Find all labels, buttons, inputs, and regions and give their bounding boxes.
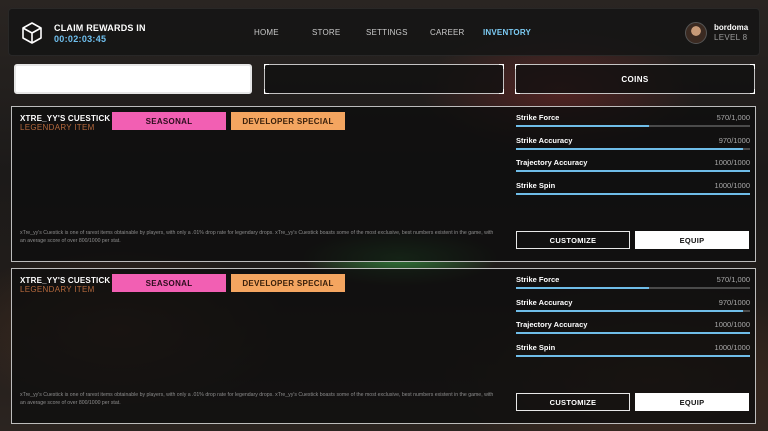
stat-value: 1000/1000: [714, 320, 750, 329]
seasonal-tag: SEASONAL: [112, 112, 226, 130]
stat-value: 1000/1000: [714, 158, 750, 167]
stat-value: 970/1000: [718, 297, 750, 307]
filter-box-1[interactable]: [14, 64, 252, 94]
stat-value: 1000/1000: [714, 342, 750, 352]
stat-row: Trajectory Accuracy 1000/1000: [516, 319, 750, 342]
item-name: XTRE_YY'S CUESTICK: [20, 114, 111, 123]
stat-name: Trajectory Accuracy: [516, 320, 588, 329]
stat-bar: [516, 147, 750, 150]
stat-bar-fill: [516, 170, 750, 172]
stat-bar-fill: [516, 354, 750, 357]
stat-bar-fill: [516, 125, 650, 127]
stat-name: Strike Spin: [516, 180, 556, 190]
customize-button[interactable]: CUSTOMIZE: [516, 231, 630, 249]
stat-row: Strike Force 570/1,000: [516, 274, 750, 297]
stat-name: Strike Accuracy: [516, 135, 573, 145]
stat-row: Strike Accuracy 970/1000: [516, 297, 750, 320]
developer-special-tag: DEVELOPER SPECIAL: [231, 112, 345, 130]
stat-name: Trajectory Accuracy: [516, 158, 588, 167]
coins-filter-button[interactable]: COINS: [515, 64, 755, 94]
stat-bar: [516, 192, 750, 195]
stat-row: Strike Accuracy 970/1000: [516, 135, 750, 158]
stat-bar-fill: [516, 147, 743, 150]
stat-value: 570/1,000: [716, 113, 750, 122]
stats-panel: Strike Force 570/1,000 Strike Accuracy 9…: [516, 274, 750, 364]
stat-name: Strike Accuracy: [516, 297, 573, 307]
stat-name: Strike Force: [516, 113, 560, 122]
claim-rewards-title: CLAIM REWARDS IN: [54, 23, 146, 33]
avatar[interactable]: [685, 22, 707, 44]
nav-inventory[interactable]: INVENTORY: [483, 28, 531, 37]
nav-home[interactable]: HOME: [254, 28, 279, 37]
item-rarity: LEGENDARY ITEM: [20, 285, 95, 294]
stat-value: 970/1000: [718, 135, 750, 145]
item-description: xTre_yy's Cuestick is one of rarest item…: [20, 230, 494, 244]
stat-bar-fill: [516, 309, 743, 312]
customize-button[interactable]: CUSTOMIZE: [516, 393, 630, 411]
stat-row: Strike Spin 1000/1000: [516, 342, 750, 365]
item-card: XTRE_YY'S CUESTICK LEGENDARY ITEM SEASON…: [11, 268, 756, 424]
item-name: XTRE_YY'S CUESTICK: [20, 276, 111, 285]
stat-bar: [516, 309, 750, 312]
claim-rewards-timer: 00:02:03:45: [54, 34, 107, 44]
stat-value: 570/1,000: [716, 275, 750, 284]
nav-settings[interactable]: SETTINGS: [366, 28, 408, 37]
equip-button[interactable]: EQUIP: [635, 231, 749, 249]
filter-box-2[interactable]: [264, 64, 504, 94]
equip-button[interactable]: EQUIP: [635, 393, 749, 411]
stat-bar: [516, 354, 750, 357]
user-level: LEVEL 8: [714, 33, 748, 42]
seasonal-tag: SEASONAL: [112, 274, 226, 292]
stat-bar: [516, 170, 750, 172]
stat-bar: [516, 332, 750, 334]
stat-bar: [516, 287, 750, 289]
cube-icon[interactable]: [21, 21, 43, 45]
stats-panel: Strike Force 570/1,000 Strike Accuracy 9…: [516, 112, 750, 202]
stat-bar-fill: [516, 192, 750, 195]
item-card: XTRE_YY'S CUESTICK LEGENDARY ITEM SEASON…: [11, 106, 756, 262]
nav-store[interactable]: STORE: [312, 28, 340, 37]
stat-row: Trajectory Accuracy 1000/1000: [516, 157, 750, 180]
stat-bar: [516, 125, 750, 127]
stat-name: Strike Spin: [516, 342, 556, 352]
item-description: xTre_yy's Cuestick is one of rarest item…: [20, 392, 494, 406]
nav-career[interactable]: CAREER: [430, 28, 465, 37]
stat-name: Strike Force: [516, 275, 560, 284]
developer-special-tag: DEVELOPER SPECIAL: [231, 274, 345, 292]
stat-bar-fill: [516, 287, 650, 289]
item-rarity: LEGENDARY ITEM: [20, 123, 95, 132]
stat-value: 1000/1000: [714, 180, 750, 190]
username: bordoma: [714, 23, 749, 32]
top-bar: CLAIM REWARDS IN 00:02:03:45 HOME STORE …: [8, 8, 760, 56]
coins-filter-label: COINS: [621, 74, 649, 84]
stat-bar-fill: [516, 332, 750, 334]
stat-row: Strike Force 570/1,000: [516, 112, 750, 135]
stat-row: Strike Spin 1000/1000: [516, 180, 750, 203]
